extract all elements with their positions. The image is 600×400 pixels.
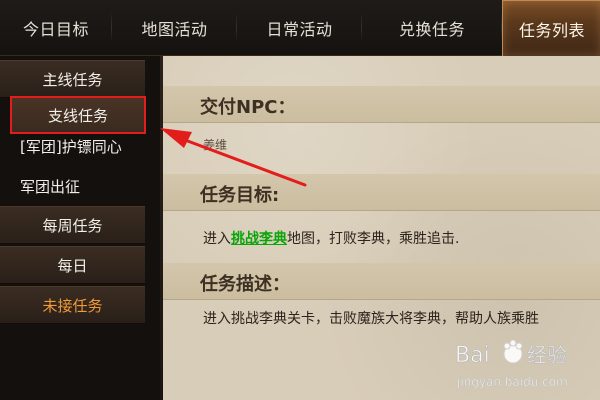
menu-label: 未接任务 — [42, 296, 103, 315]
tab-today-goal[interactable]: 今日目标 — [0, 0, 112, 55]
menu-legion-expedition[interactable]: 军团出征 — [0, 168, 145, 204]
menu-label: [军团]护镖同心 — [20, 137, 122, 156]
task-details-panel: 交付NPC： 姜维 任务目标: 进入挑战李典地图，打败李典，乘胜追击. 任务描述… — [163, 56, 600, 400]
menu-label: 主线任务 — [42, 70, 103, 89]
menu-label: 每周任务 — [42, 216, 103, 235]
menu-unaccepted[interactable]: 未接任务 — [0, 286, 145, 324]
red-arrow-annotation — [160, 128, 307, 187]
menu-daily[interactable]: 每日 — [0, 246, 145, 284]
menu-label: 军团出征 — [20, 177, 81, 196]
tab-daily-activity[interactable]: 日常活动 — [237, 0, 362, 55]
top-tabbar: 今日目标 地图活动 日常活动 兑换任务 任务列表 — [0, 0, 600, 56]
menu-legion-escort[interactable]: [军团]护镖同心 — [0, 128, 145, 164]
menu-label: 每日 — [57, 256, 88, 275]
tab-label: 地图活动 — [141, 19, 208, 39]
menu-main-quest[interactable]: 主线任务 — [0, 60, 145, 98]
goal-line: 进入挑战李典地图，打败李典，乘胜追击. — [203, 228, 459, 248]
tab-label: 兑换任务 — [398, 19, 465, 39]
tab-task-list[interactable]: 任务列表 — [502, 0, 600, 56]
left-menu: 主线任务 支线任务 [军团]护镖同心 军团出征 每周任务 每日 未接任务 — [0, 56, 160, 400]
menu-label: 支线任务 — [47, 106, 108, 125]
goal-prefix: 进入 — [203, 231, 231, 247]
goal-suffix: 地图，打败李典，乘胜追击. — [287, 231, 460, 247]
desc-text: 进入挑战李典关卡，击败魔族大将李典，帮助人族乘胜 — [203, 311, 539, 327]
tab-label: 日常活动 — [266, 19, 333, 39]
tab-label: 任务列表 — [518, 20, 585, 40]
desc-title: 任务描述： — [200, 274, 290, 295]
goal-link[interactable]: 挑战李典 — [231, 231, 287, 247]
tab-label: 今日目标 — [22, 19, 89, 39]
tab-exchange-task[interactable]: 兑换任务 — [362, 0, 502, 55]
menu-weekly[interactable]: 每周任务 — [0, 206, 145, 244]
tab-map-activity[interactable]: 地图活动 — [112, 0, 237, 55]
desc-header: 任务描述： — [163, 263, 600, 300]
